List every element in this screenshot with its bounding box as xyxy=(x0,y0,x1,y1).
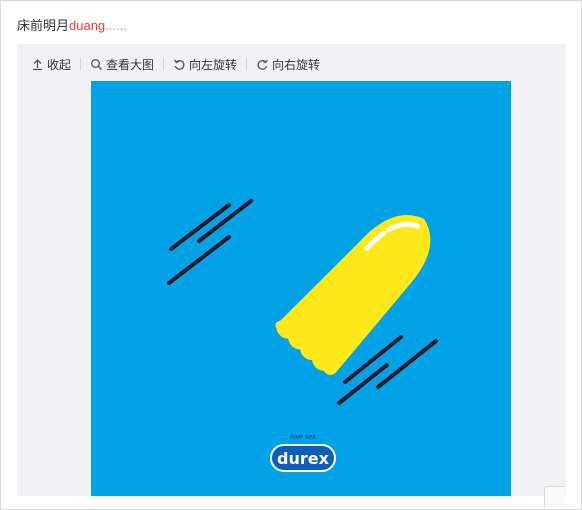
rotate-right-label: 向右旋转 xyxy=(272,57,321,72)
collapse-label: 收起 xyxy=(47,57,72,72)
rotate-left-icon xyxy=(174,58,185,70)
post-image[interactable]: love sex durex xyxy=(91,81,511,496)
rotate-right-icon xyxy=(257,58,268,70)
brand-text: durex xyxy=(277,449,330,468)
ad-illustration: love sex durex xyxy=(167,199,438,472)
tagline-text: love sex xyxy=(290,434,316,441)
rotate-left-label: 向左旋转 xyxy=(189,57,238,72)
view-large-label: 查看大图 xyxy=(106,57,155,72)
media-toolbar: 收起 查看大图 向左旋转 向右旋转 xyxy=(17,44,566,84)
post-text-prefix: 床前明月 xyxy=(17,18,70,33)
rotate-right-button[interactable]: 向右旋转 xyxy=(256,56,320,73)
post-text: 床前明月duang...... xyxy=(17,16,127,36)
toolbar-divider xyxy=(246,57,248,71)
speed-lines-top xyxy=(167,199,253,285)
media-viewer: 收起 查看大图 向左旋转 向右旋转 love sex durex xyxy=(17,44,566,496)
upload-arrow-icon xyxy=(33,58,42,70)
corner-widget[interactable] xyxy=(544,486,565,507)
collapse-button[interactable]: 收起 xyxy=(31,56,71,73)
toolbar-divider xyxy=(163,57,165,71)
rotate-left-button[interactable]: 向左旋转 xyxy=(173,56,237,73)
toolbar-divider xyxy=(80,57,82,71)
post-text-suffix: ...... xyxy=(105,18,127,33)
view-large-button[interactable]: 查看大图 xyxy=(90,56,154,73)
post-text-highlight: duang xyxy=(69,18,106,33)
search-icon xyxy=(91,58,103,70)
